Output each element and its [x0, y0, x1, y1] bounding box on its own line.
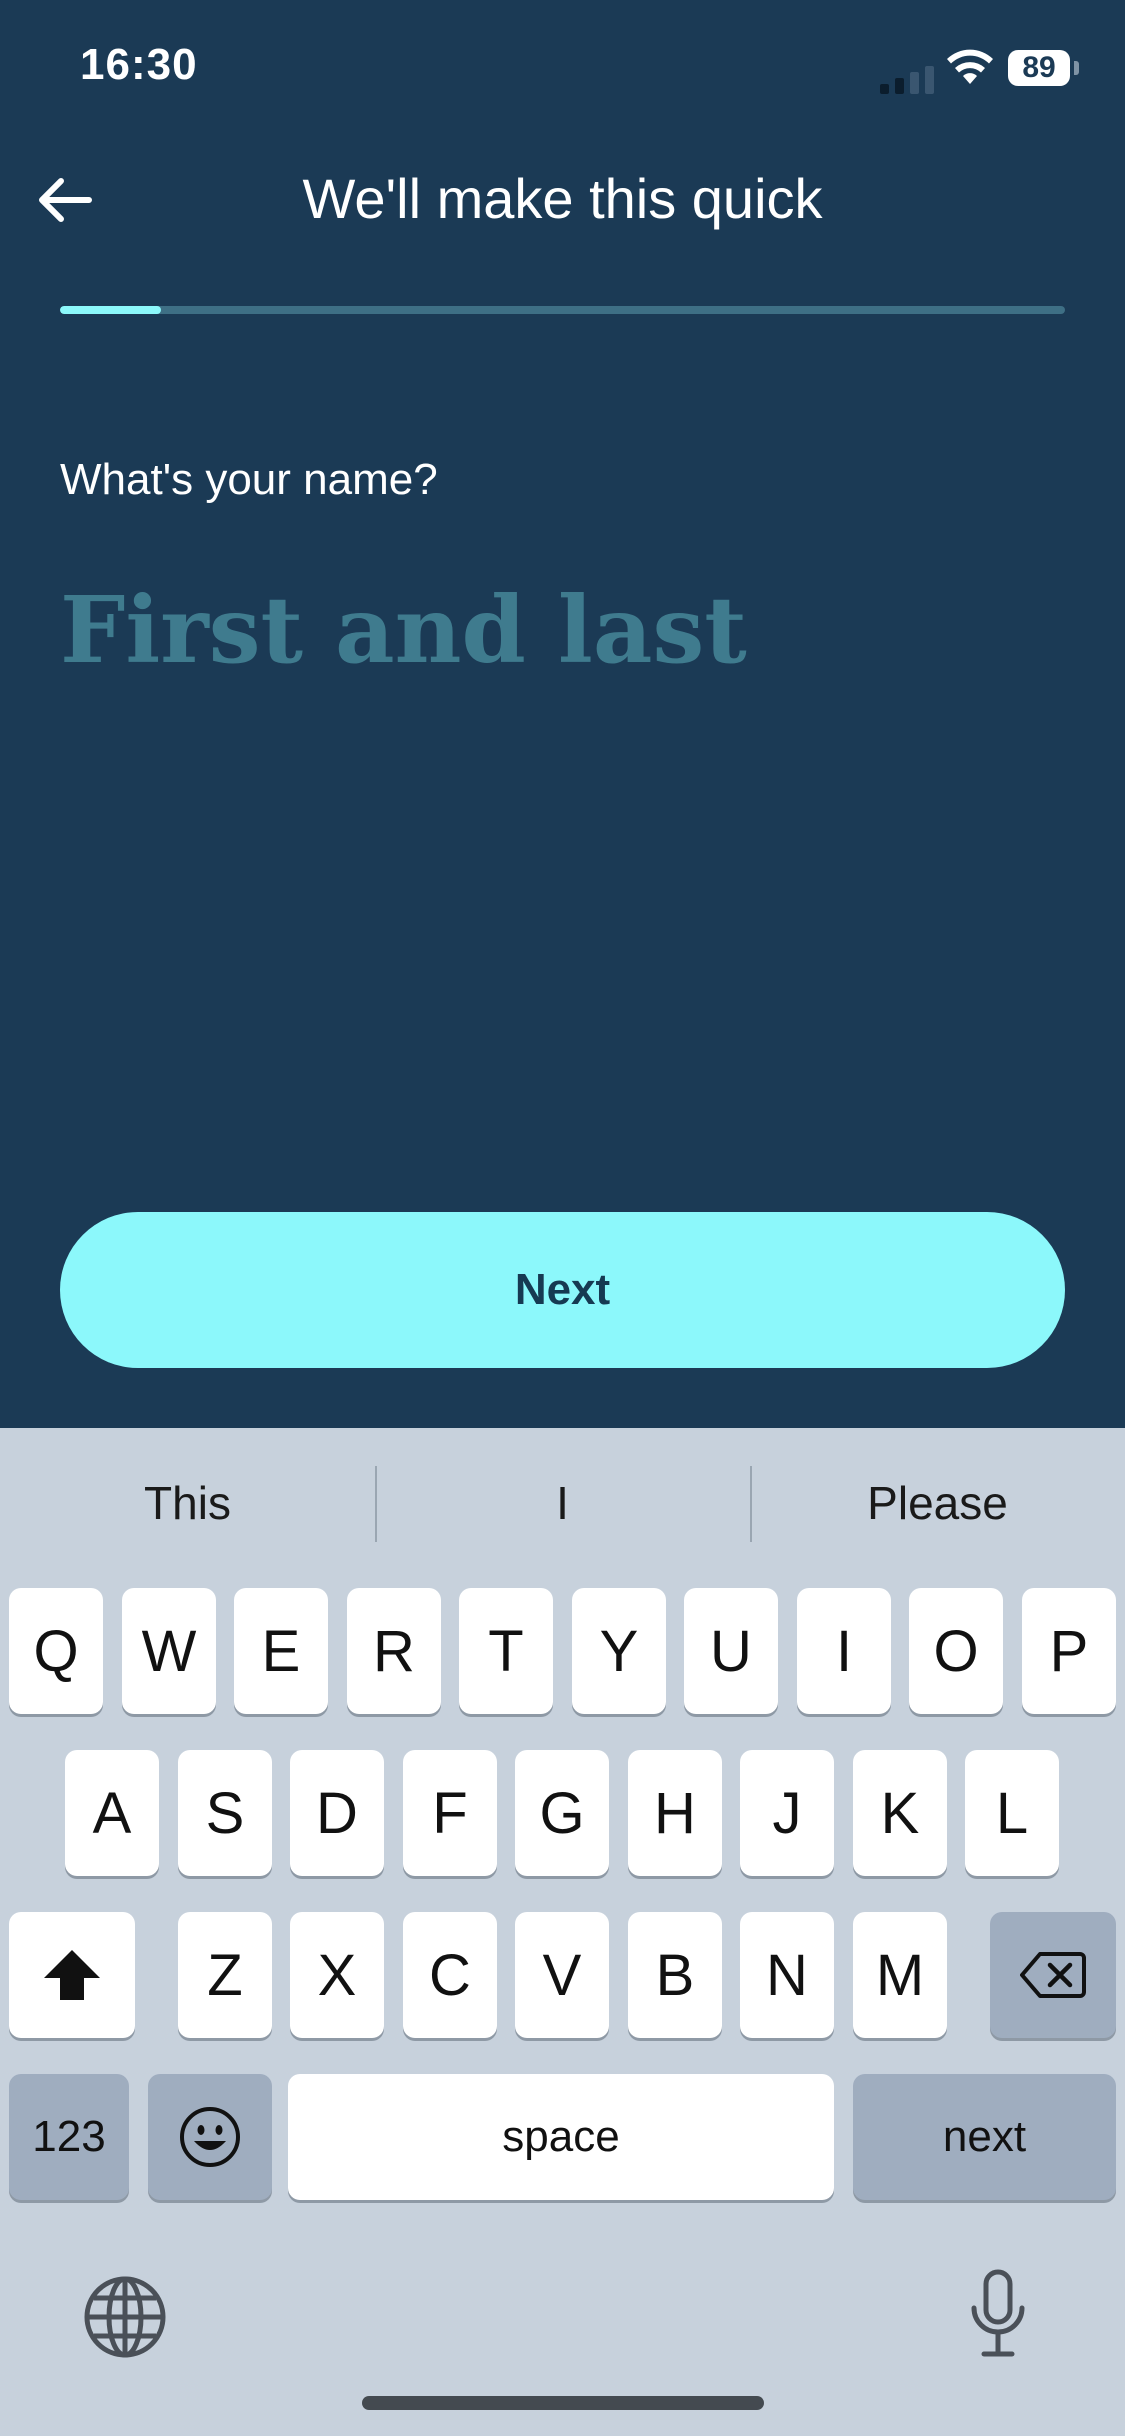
name-question-label: What's your name?	[60, 455, 438, 504]
key-s[interactable]: S	[178, 1750, 272, 1876]
progress-bar	[60, 306, 1065, 314]
header: We'll make this quick	[0, 150, 1125, 250]
suggestion-bar: This I Please	[0, 1428, 1125, 1578]
backspace-icon	[1020, 1952, 1086, 1998]
keyboard: This I Please Q W E R T Y U I O P A S D …	[0, 1428, 1125, 2436]
cellular-signal-icon	[880, 66, 934, 94]
key-p[interactable]: P	[1022, 1588, 1116, 1714]
key-v[interactable]: V	[515, 1912, 609, 2038]
emoji-key[interactable]	[148, 2074, 272, 2200]
emoji-icon	[180, 2107, 240, 2167]
key-y[interactable]: Y	[572, 1588, 666, 1714]
key-c[interactable]: C	[403, 1912, 497, 2038]
key-m[interactable]: M	[853, 1912, 947, 2038]
next-button[interactable]: Next	[60, 1212, 1065, 1368]
delete-key[interactable]	[990, 1912, 1116, 2038]
page-title: We'll make this quick	[302, 167, 823, 230]
wifi-icon	[947, 49, 993, 84]
key-o[interactable]: O	[909, 1588, 1003, 1714]
status-bar: 16:30 89	[0, 0, 1125, 140]
microphone-icon[interactable]	[966, 2268, 1030, 2360]
key-q[interactable]: Q	[9, 1588, 103, 1714]
suggestion-item[interactable]: Please	[750, 1428, 1125, 1578]
suggestion-item[interactable]: I	[375, 1428, 750, 1578]
key-d[interactable]: D	[290, 1750, 384, 1876]
key-b[interactable]: B	[628, 1912, 722, 2038]
battery-cap	[1074, 61, 1079, 75]
key-l[interactable]: L	[965, 1750, 1059, 1876]
return-key[interactable]: next	[853, 2074, 1116, 2200]
key-r[interactable]: R	[347, 1588, 441, 1714]
suggestion-item[interactable]: This	[0, 1428, 375, 1578]
shift-icon	[44, 1950, 100, 2000]
key-z[interactable]: Z	[178, 1912, 272, 2038]
key-u[interactable]: U	[684, 1588, 778, 1714]
home-indicator	[362, 2396, 764, 2410]
globe-icon[interactable]	[82, 2274, 168, 2360]
key-a[interactable]: A	[65, 1750, 159, 1876]
name-input[interactable]	[60, 570, 1060, 690]
key-k[interactable]: K	[853, 1750, 947, 1876]
key-f[interactable]: F	[403, 1750, 497, 1876]
key-n[interactable]: N	[740, 1912, 834, 2038]
battery-indicator: 89	[1008, 50, 1070, 86]
key-g[interactable]: G	[515, 1750, 609, 1876]
key-t[interactable]: T	[459, 1588, 553, 1714]
key-j[interactable]: J	[740, 1750, 834, 1876]
key-h[interactable]: H	[628, 1750, 722, 1876]
space-key[interactable]: space	[288, 2074, 834, 2200]
progress-fill	[60, 306, 161, 314]
key-i[interactable]: I	[797, 1588, 891, 1714]
shift-key[interactable]	[9, 1912, 135, 2038]
key-e[interactable]: E	[234, 1588, 328, 1714]
key-x[interactable]: X	[290, 1912, 384, 2038]
key-w[interactable]: W	[122, 1588, 216, 1714]
status-time: 16:30	[80, 40, 198, 89]
numbers-key[interactable]: 123	[9, 2074, 129, 2200]
